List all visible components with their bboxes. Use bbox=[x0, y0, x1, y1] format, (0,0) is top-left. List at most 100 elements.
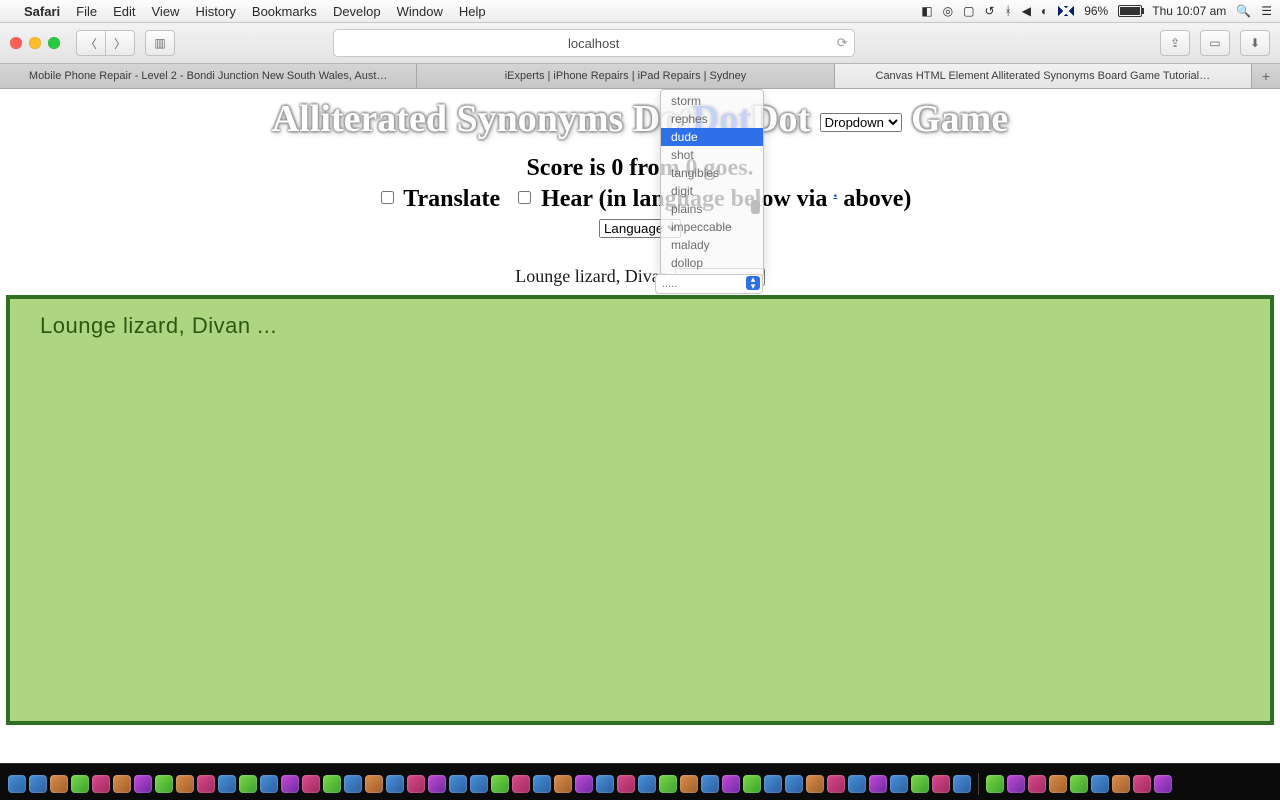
dropdown-option[interactable]: plains bbox=[661, 200, 763, 218]
answer-dropdown-open[interactable]: stormrephesdudeshottangiblesdigitplainsi… bbox=[660, 89, 764, 277]
menu-history[interactable]: History bbox=[195, 4, 235, 19]
new-tab-button[interactable]: + bbox=[1252, 64, 1280, 88]
dock-app-icon[interactable] bbox=[428, 775, 446, 793]
share-button[interactable]: ⇪ bbox=[1160, 30, 1190, 56]
dock-app-icon[interactable] bbox=[176, 775, 194, 793]
browser-tab[interactable]: Canvas HTML Element Alliterated Synonyms… bbox=[835, 64, 1252, 88]
dock-app-icon[interactable] bbox=[92, 775, 110, 793]
dock-app-icon[interactable] bbox=[1133, 775, 1151, 793]
dock-app-icon[interactable] bbox=[218, 775, 236, 793]
input-source-flag-icon[interactable] bbox=[1058, 6, 1074, 16]
dock-app-icon[interactable] bbox=[71, 775, 89, 793]
timemachine-icon[interactable]: ↺ bbox=[984, 4, 994, 18]
dropdown-option[interactable]: storm bbox=[661, 92, 763, 110]
dock-app-icon[interactable] bbox=[659, 775, 677, 793]
menu-edit[interactable]: Edit bbox=[113, 4, 135, 19]
dock-app-icon[interactable] bbox=[764, 775, 782, 793]
menu-bookmarks[interactable]: Bookmarks bbox=[252, 4, 317, 19]
dock-app-icon[interactable] bbox=[638, 775, 656, 793]
dock-app-icon[interactable] bbox=[743, 775, 761, 793]
dock-app-icon[interactable] bbox=[449, 775, 467, 793]
volume-icon[interactable]: ◀ bbox=[1022, 4, 1031, 18]
dropdown-option[interactable]: malady bbox=[661, 236, 763, 254]
dock-app-icon[interactable] bbox=[596, 775, 614, 793]
dock-app-icon[interactable] bbox=[8, 775, 26, 793]
status-icon[interactable]: ◧ bbox=[921, 4, 932, 18]
answer-select-visible[interactable]: ..... ▴▾ bbox=[655, 274, 763, 294]
menu-develop[interactable]: Develop bbox=[333, 4, 381, 19]
dock-app-icon[interactable] bbox=[407, 775, 425, 793]
reload-icon[interactable]: ⟳ bbox=[837, 35, 848, 51]
dock-app-icon[interactable] bbox=[722, 775, 740, 793]
menu-view[interactable]: View bbox=[152, 4, 180, 19]
dock-app-icon[interactable] bbox=[533, 775, 551, 793]
dropdown-option[interactable]: tangibles bbox=[661, 164, 763, 182]
menubar-clock[interactable]: Thu 10:07 am bbox=[1152, 4, 1226, 18]
dock-app-icon[interactable] bbox=[911, 775, 929, 793]
dock-app-icon[interactable] bbox=[890, 775, 908, 793]
dock-app-icon[interactable] bbox=[134, 775, 152, 793]
back-button[interactable]: 〈 bbox=[76, 30, 106, 56]
dock-app-icon[interactable] bbox=[848, 775, 866, 793]
dock-app-icon[interactable] bbox=[1028, 775, 1046, 793]
dock-app-icon[interactable] bbox=[1154, 775, 1172, 793]
dropdown-option[interactable]: shot bbox=[661, 146, 763, 164]
wifi-icon[interactable]: ◐ bbox=[1041, 4, 1048, 18]
hear-checkbox[interactable] bbox=[518, 191, 531, 204]
menu-file[interactable]: File bbox=[76, 4, 97, 19]
game-board[interactable]: Lounge lizard, Divan ... bbox=[6, 295, 1274, 725]
dock-app-icon[interactable] bbox=[197, 775, 215, 793]
dock-app-icon[interactable] bbox=[986, 775, 1004, 793]
spotlight-icon[interactable]: 🔍 bbox=[1236, 4, 1251, 18]
dock-app-icon[interactable] bbox=[344, 775, 362, 793]
dock-app-icon[interactable] bbox=[386, 775, 404, 793]
dock-app-icon[interactable] bbox=[50, 775, 68, 793]
dock-app-icon[interactable] bbox=[491, 775, 509, 793]
show-tabs-button[interactable]: ▭ bbox=[1200, 30, 1230, 56]
browser-tab[interactable]: iExperts | iPhone Repairs | iPad Repairs… bbox=[417, 64, 834, 88]
dock-app-icon[interactable] bbox=[1070, 775, 1088, 793]
dock-app-icon[interactable] bbox=[281, 775, 299, 793]
dock-app-icon[interactable] bbox=[953, 775, 971, 793]
dock-app-icon[interactable] bbox=[512, 775, 530, 793]
notification-center-icon[interactable]: ☰ bbox=[1261, 4, 1272, 18]
dock-app-icon[interactable] bbox=[617, 775, 635, 793]
dropdown-option[interactable]: dollop bbox=[661, 254, 763, 272]
dock-app-icon[interactable] bbox=[239, 775, 257, 793]
dock-app-icon[interactable] bbox=[680, 775, 698, 793]
dock-app-icon[interactable] bbox=[302, 775, 320, 793]
dropdown-scrollbar-thumb[interactable] bbox=[751, 200, 760, 214]
dock-app-icon[interactable] bbox=[470, 775, 488, 793]
translate-checkbox[interactable] bbox=[381, 191, 394, 204]
dock-app-icon[interactable] bbox=[1049, 775, 1067, 793]
window-close-button[interactable] bbox=[10, 37, 22, 49]
battery-icon[interactable] bbox=[1118, 5, 1142, 17]
active-app-name[interactable]: Safari bbox=[24, 4, 60, 19]
dropdown-option[interactable]: dude bbox=[661, 128, 763, 146]
dock-app-icon[interactable] bbox=[575, 775, 593, 793]
menu-help[interactable]: Help bbox=[459, 4, 486, 19]
browser-tab[interactable]: Mobile Phone Repair - Level 2 - Bondi Ju… bbox=[0, 64, 417, 88]
dock-app-icon[interactable] bbox=[1091, 775, 1109, 793]
dock-app-icon[interactable] bbox=[365, 775, 383, 793]
dock-app-icon[interactable] bbox=[869, 775, 887, 793]
dock-app-icon[interactable] bbox=[155, 775, 173, 793]
dock-app-icon[interactable] bbox=[1007, 775, 1025, 793]
forward-button[interactable]: 〉 bbox=[106, 30, 135, 56]
airplay-icon[interactable]: ▢ bbox=[963, 4, 974, 18]
status-icon[interactable]: ◎ bbox=[943, 4, 953, 18]
dock-app-icon[interactable] bbox=[827, 775, 845, 793]
downloads-button[interactable]: ⬇ bbox=[1240, 30, 1270, 56]
dock-app-icon[interactable] bbox=[323, 775, 341, 793]
dock-app-icon[interactable] bbox=[701, 775, 719, 793]
bluetooth-icon[interactable]: ᚼ bbox=[1005, 4, 1012, 18]
dock-app-icon[interactable] bbox=[806, 775, 824, 793]
dock-app-icon[interactable] bbox=[554, 775, 572, 793]
dock-app-icon[interactable] bbox=[932, 775, 950, 793]
sidebar-toggle-button[interactable]: ▥ bbox=[145, 30, 175, 56]
dropdown-option[interactable]: impeccable bbox=[661, 218, 763, 236]
dock-app-icon[interactable] bbox=[29, 775, 47, 793]
dock-app-icon[interactable] bbox=[260, 775, 278, 793]
dock-app-icon[interactable] bbox=[1112, 775, 1130, 793]
address-bar[interactable]: localhost ⟳ bbox=[333, 29, 855, 57]
